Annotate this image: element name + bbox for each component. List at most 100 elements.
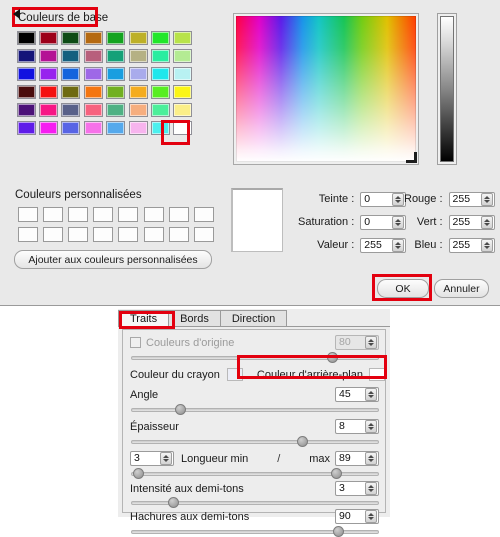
teinte-stepper-icon[interactable]: [392, 192, 405, 206]
saturation-value[interactable]: 0: [361, 216, 392, 229]
origin-colors-spinner[interactable]: 80: [335, 335, 379, 350]
base-color-cell[interactable]: [37, 29, 59, 47]
custom-color-swatch[interactable]: [118, 226, 139, 242]
background-color-swatch[interactable]: [368, 368, 385, 381]
base-color-swatch[interactable]: [83, 31, 103, 45]
base-color-cell[interactable]: [127, 29, 149, 47]
base-color-cell[interactable]: [127, 47, 149, 65]
base-color-cell[interactable]: [172, 119, 194, 137]
custom-color-cell[interactable]: [15, 204, 40, 224]
base-color-cell[interactable]: [149, 47, 171, 65]
custom-color-cell[interactable]: [116, 224, 141, 244]
base-color-swatch[interactable]: [151, 103, 171, 117]
tab-traits[interactable]: Traits: [118, 310, 170, 326]
brightness-marker-icon[interactable]: [13, 9, 20, 19]
teinte-value[interactable]: 0: [361, 193, 392, 206]
base-color-swatch[interactable]: [16, 85, 36, 99]
slider-knob[interactable]: [333, 526, 344, 537]
custom-color-swatch[interactable]: [143, 226, 164, 242]
base-color-swatch[interactable]: [151, 121, 171, 135]
base-color-cell[interactable]: [105, 119, 127, 137]
saturation-stepper-icon[interactable]: [392, 215, 405, 229]
base-color-cell[interactable]: [15, 29, 37, 47]
custom-color-swatch[interactable]: [168, 226, 189, 242]
intensite-slider[interactable]: [131, 497, 379, 508]
base-color-swatch[interactable]: [128, 85, 148, 99]
base-color-cell[interactable]: [82, 83, 104, 101]
base-color-cell[interactable]: [149, 29, 171, 47]
custom-color-cell[interactable]: [141, 204, 166, 224]
base-color-swatch[interactable]: [83, 49, 103, 63]
vert-stepper-icon[interactable]: [480, 215, 493, 229]
base-color-swatch[interactable]: [106, 67, 126, 81]
custom-color-cell[interactable]: [40, 204, 65, 224]
custom-color-cell[interactable]: [91, 204, 116, 224]
custom-color-cell[interactable]: [166, 224, 191, 244]
base-color-swatch[interactable]: [39, 103, 59, 117]
base-color-swatch[interactable]: [16, 67, 36, 81]
angle-slider[interactable]: [131, 404, 379, 415]
base-color-cell[interactable]: [82, 65, 104, 83]
value-strip-container[interactable]: [437, 13, 457, 165]
base-color-swatch[interactable]: [128, 103, 148, 117]
base-color-cell[interactable]: [149, 65, 171, 83]
origin-colors-stepper-icon[interactable]: [365, 336, 377, 349]
custom-color-cell[interactable]: [191, 224, 216, 244]
origin-colors-slider[interactable]: [131, 352, 379, 363]
color-field-container[interactable]: [233, 13, 419, 165]
custom-color-swatch[interactable]: [67, 206, 88, 222]
base-color-swatch[interactable]: [16, 103, 36, 117]
slider-knob-max[interactable]: [331, 468, 342, 479]
intensite-value[interactable]: 3: [336, 482, 365, 495]
custom-color-swatch[interactable]: [118, 206, 139, 222]
custom-color-swatch[interactable]: [93, 206, 114, 222]
vert-spinner[interactable]: 255: [448, 214, 495, 230]
custom-color-swatch[interactable]: [17, 206, 38, 222]
base-color-cell[interactable]: [105, 47, 127, 65]
base-color-cell[interactable]: [105, 29, 127, 47]
rouge-spinner[interactable]: 255: [448, 191, 495, 207]
base-color-cell[interactable]: [60, 47, 82, 65]
rouge-value[interactable]: 255: [450, 193, 481, 206]
base-color-cell[interactable]: [37, 119, 59, 137]
base-color-cell[interactable]: [37, 101, 59, 119]
base-color-swatch[interactable]: [151, 49, 171, 63]
slider-knob-min[interactable]: [133, 468, 144, 479]
longueur-range-slider[interactable]: [131, 468, 379, 479]
base-color-cell[interactable]: [127, 101, 149, 119]
epaisseur-value[interactable]: 8: [336, 420, 365, 433]
valeur-stepper-icon[interactable]: [392, 238, 405, 252]
valeur-spinner[interactable]: 255: [360, 237, 407, 253]
base-color-cell[interactable]: [82, 29, 104, 47]
base-color-cell[interactable]: [15, 65, 37, 83]
base-color-swatch[interactable]: [106, 103, 126, 117]
slider-knob[interactable]: [297, 436, 308, 447]
base-color-cell[interactable]: [172, 29, 194, 47]
longueur-min-spinner[interactable]: 3: [130, 451, 174, 466]
base-color-swatch[interactable]: [106, 121, 126, 135]
base-color-swatch[interactable]: [39, 31, 59, 45]
base-color-swatch[interactable]: [173, 67, 193, 81]
base-color-swatch[interactable]: [61, 49, 81, 63]
custom-color-swatch[interactable]: [67, 226, 88, 242]
custom-color-cell[interactable]: [191, 204, 216, 224]
cancel-button[interactable]: Annuler: [434, 279, 489, 298]
pencil-color-swatch[interactable]: [226, 368, 243, 381]
custom-color-swatch[interactable]: [93, 226, 114, 242]
base-color-swatch[interactable]: [83, 67, 103, 81]
color-field-cursor[interactable]: [406, 152, 417, 163]
custom-color-swatch[interactable]: [143, 206, 164, 222]
base-color-cell[interactable]: [60, 83, 82, 101]
ok-button[interactable]: OK: [377, 279, 429, 298]
custom-color-cell[interactable]: [65, 204, 90, 224]
base-color-cell[interactable]: [15, 101, 37, 119]
base-color-cell[interactable]: [127, 83, 149, 101]
longueur-min-value[interactable]: 3: [131, 452, 160, 465]
add-to-custom-colors-button[interactable]: Ajouter aux couleurs personnalisées: [14, 250, 212, 269]
custom-color-cell[interactable]: [141, 224, 166, 244]
custom-color-cell[interactable]: [40, 224, 65, 244]
tab-direction[interactable]: Direction: [219, 310, 288, 326]
custom-colors-grid[interactable]: [15, 204, 217, 244]
base-color-swatch[interactable]: [173, 85, 193, 99]
base-color-swatch[interactable]: [83, 103, 103, 117]
